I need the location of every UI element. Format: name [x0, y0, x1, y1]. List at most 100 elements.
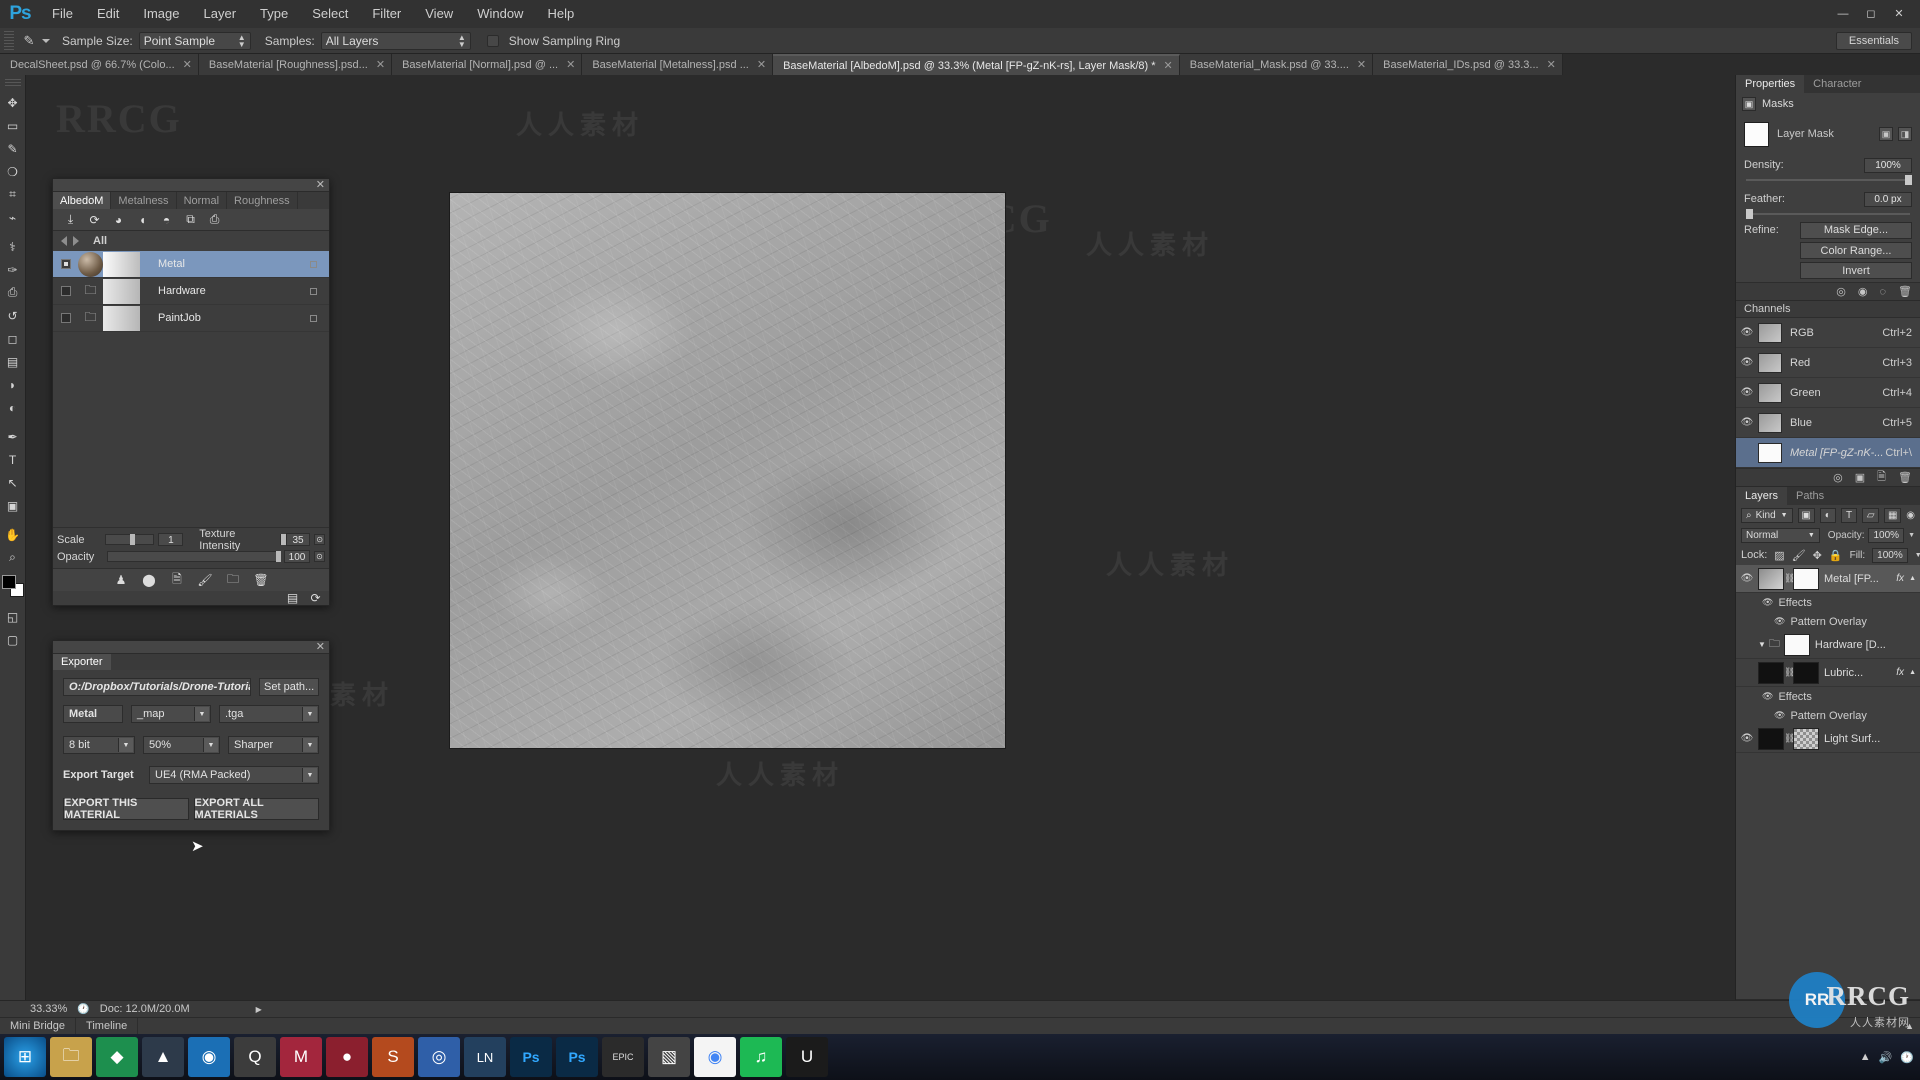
filter-pixel-icon[interactable]: ▣ [1797, 507, 1815, 523]
healing-brush-tool-icon[interactable]: ⚕ [1, 235, 25, 258]
menu-window[interactable]: Window [465, 0, 535, 28]
options-bar-grip[interactable] [4, 30, 14, 51]
resolution-select[interactable]: 50% ▼ [143, 736, 220, 754]
new-channel-icon[interactable]: 🗎 [1877, 468, 1886, 487]
lock-image-pixels-icon[interactable]: 🖌 [1792, 549, 1806, 562]
channel-row-green[interactable]: 👁 Green Ctrl+4 [1736, 378, 1920, 408]
menu-file[interactable]: File [40, 0, 85, 28]
opacity-value[interactable]: 100 [284, 550, 310, 563]
file-explorer-icon[interactable]: 🗀 [50, 1037, 92, 1077]
chrome-icon[interactable]: ◉ [694, 1037, 736, 1077]
scale-slider[interactable] [104, 534, 155, 545]
blender-icon[interactable]: ◉ [188, 1037, 230, 1077]
affinity-icon[interactable]: ◎ [418, 1037, 460, 1077]
lock-transparent-pixels-icon[interactable]: ▨ [1774, 549, 1784, 562]
delete-channel-icon[interactable]: 🗑 [1898, 471, 1912, 484]
quick-select-tool-icon[interactable]: ❍ [1, 160, 25, 183]
menu-help[interactable]: Help [535, 0, 586, 28]
epic-games-icon[interactable]: EPIC [602, 1037, 644, 1077]
mixer-layer-row-metal[interactable]: Metal [53, 251, 329, 278]
eye-icon[interactable]: 👁 [1774, 710, 1785, 721]
substance-designer-icon[interactable]: S [372, 1037, 414, 1077]
lasso-tool-icon[interactable]: ✎ [1, 137, 25, 160]
tab-albedom-active[interactable]: BaseMaterial [AlbedoM].psd @ 33.3% (Meta… [773, 54, 1180, 75]
history-brush-tool-icon[interactable]: ↺ [1, 304, 25, 327]
ln-icon[interactable]: LN [464, 1037, 506, 1077]
import-icon[interactable]: ⤓ [63, 212, 78, 227]
show-sampling-ring-checkbox[interactable] [486, 34, 499, 47]
layer-options-icon[interactable] [310, 260, 317, 268]
channel-row-rgb[interactable]: 👁 RGB Ctrl+2 [1736, 318, 1920, 348]
quick-mask-icon[interactable]: ◱ [1, 605, 25, 628]
tab-properties[interactable]: Properties [1736, 75, 1805, 93]
layer-row-hardware[interactable]: ▼ 🗀 Hardware [D... [1736, 631, 1920, 659]
clock-icon[interactable]: 🕐 [1900, 1051, 1914, 1064]
spotify-icon[interactable]: ♫ [740, 1037, 782, 1077]
close-icon[interactable]: ✕ [757, 58, 766, 71]
eye-icon[interactable]: 👁 [1762, 691, 1773, 702]
chevron-down-icon[interactable]: ▼ [1915, 552, 1920, 559]
tab-roughness[interactable]: BaseMaterial [Roughness].psd... ✕ [198, 54, 393, 75]
eye-icon[interactable]: 👁 [1736, 417, 1758, 428]
eyedropper-icon[interactable]: ✎ [18, 31, 40, 51]
eraser-tool-icon[interactable]: ◻ [1, 327, 25, 350]
menu-layer[interactable]: Layer [192, 0, 249, 28]
opacity-value[interactable]: 100% [1868, 527, 1905, 543]
settings-icon[interactable]: ▤ [285, 591, 300, 606]
vector-mask-icon[interactable]: ◨ [1898, 127, 1912, 141]
menu-select[interactable]: Select [300, 0, 360, 28]
volume-icon[interactable]: 🔊 [1879, 1051, 1893, 1064]
delete-icon[interactable]: 🗑 [253, 573, 268, 588]
zoom-level[interactable]: 33.33% [30, 1003, 67, 1015]
network-icon[interactable]: ▲ [1860, 1051, 1871, 1063]
paint-material-icon[interactable]: ◓ [159, 212, 174, 227]
layer-mask-row[interactable]: Layer Mask ▣ ◨ [1736, 115, 1920, 153]
layer-mask-thumbnail[interactable] [1793, 567, 1819, 590]
mixer-layer-row-paintjob[interactable]: 🗀 PaintJob [53, 305, 329, 332]
mixer-tab-albedom[interactable]: AlbedoM [53, 192, 112, 209]
layer-row-light-surf[interactable]: 👁 ⛓ Light Surf... [1736, 725, 1920, 753]
firefox-icon[interactable]: ● [326, 1037, 368, 1077]
canvas-area[interactable]: RRCG RRCG RRCG RRCG RRCG 人人素材 人人素材 人人素材 … [26, 75, 1735, 1000]
texture-intensity-reset-icon[interactable]: ⊙ [314, 534, 326, 545]
fx-icon[interactable]: fx [1896, 573, 1904, 584]
exporter-tab[interactable]: Exporter [53, 654, 111, 670]
scale-value[interactable]: 1 [158, 533, 184, 546]
disable-mask-icon[interactable]: ◌ [1879, 286, 1886, 298]
filter-smart-object-icon[interactable]: ▦ [1884, 507, 1902, 523]
eye-icon[interactable]: 👁 [1736, 327, 1758, 338]
lock-all-icon[interactable]: 🔒 [1829, 549, 1843, 562]
tab-mini-bridge[interactable]: Mini Bridge [0, 1017, 77, 1035]
tab-paths[interactable]: Paths [1787, 487, 1833, 505]
visibility-checkbox[interactable] [61, 259, 71, 269]
menu-image[interactable]: Image [131, 0, 191, 28]
dodge-tool-icon[interactable]: ◐ [1, 396, 25, 419]
set-path-button[interactable]: Set path... [259, 678, 319, 696]
eye-icon[interactable]: 👁 [1736, 357, 1758, 368]
filter-adjustment-icon[interactable]: ◐ [1819, 507, 1836, 523]
maximize-icon[interactable]: ◻ [1864, 8, 1878, 20]
texture-intensity-slider[interactable] [279, 534, 286, 545]
layer-effects-row[interactable]: 👁 Effects [1736, 687, 1920, 706]
mask-edge-button[interactable]: Mask Edge... [1800, 221, 1912, 239]
close-icon[interactable]: ✕ [1164, 59, 1173, 72]
hand-tool-icon[interactable]: ✋ [1, 523, 25, 546]
layer-options-icon[interactable] [310, 287, 317, 295]
menu-edit[interactable]: Edit [85, 0, 131, 28]
material-name-field[interactable]: Metal [63, 705, 123, 723]
refresh-icon[interactable]: ⟳ [308, 591, 323, 606]
chevron-left-icon[interactable] [61, 236, 67, 246]
export-this-material-button[interactable]: EXPORT THIS MATERIAL [63, 797, 189, 821]
mixer-panel[interactable]: ✕ AlbedoM Metalness Normal Roughness ⤓ ⟳… [52, 178, 330, 606]
crop-tool-icon[interactable]: ⌗ [1, 183, 25, 206]
layer-mask-thumbnail[interactable] [1793, 727, 1819, 750]
pixel-mask-icon[interactable]: ▣ [1879, 127, 1893, 141]
screen-mode-icon[interactable]: ▢ [1, 628, 25, 651]
unreal-engine-icon[interactable]: U [786, 1037, 828, 1077]
foreground-color-swatch[interactable] [1, 575, 16, 589]
fill-value[interactable]: 100% [1872, 547, 1908, 563]
zoom-tool-icon[interactable]: ⌕ [1, 546, 25, 569]
tool-preset-chevron-down-icon[interactable] [42, 38, 50, 43]
close-icon[interactable]: ✕ [1892, 8, 1906, 20]
extension-select[interactable]: .tga ▼ [219, 705, 319, 723]
